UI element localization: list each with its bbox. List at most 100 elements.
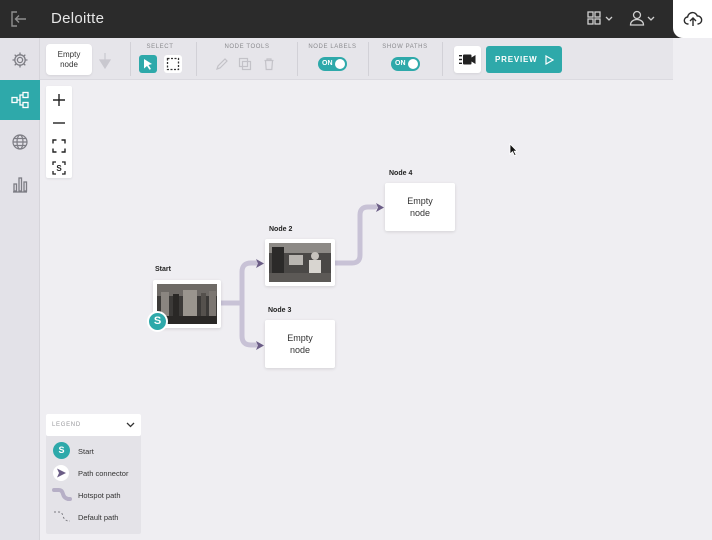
marquee-icon	[166, 57, 180, 71]
cloud-upload-icon	[683, 11, 703, 26]
preview-button[interactable]: PREVIEW	[486, 46, 562, 73]
plus-icon	[53, 94, 65, 106]
publish-cloud-button[interactable]	[673, 0, 712, 38]
user-icon	[629, 10, 655, 26]
node-4-text-line1: Empty	[407, 196, 433, 206]
node-labels-group-title: NODE LABELS	[308, 44, 357, 50]
preview-button-label: PREVIEW	[495, 55, 538, 64]
legend-item-label: Hotspot path	[78, 491, 121, 500]
path-connector-icon	[52, 464, 72, 482]
user-menu-button[interactable]	[628, 9, 658, 29]
apps-menu-button[interactable]	[586, 10, 616, 28]
pencil-icon	[216, 58, 228, 70]
node-2-thumbnail	[269, 243, 331, 282]
rail-item-flow-map[interactable]	[0, 80, 40, 120]
focus-start-icon: S	[52, 161, 66, 175]
node-3-text-line2: node	[289, 345, 311, 355]
analytics-icon	[13, 177, 28, 193]
node-4[interactable]: Empty node	[385, 183, 455, 231]
legend-item-label: Default path	[78, 513, 119, 522]
node-2[interactable]	[265, 239, 335, 286]
node-labels-toggle[interactable]: ON	[318, 57, 347, 71]
rail-item-analytics[interactable]	[0, 164, 40, 204]
toolbar-divider	[130, 42, 131, 76]
hotspot-path-start-to-node3[interactable]	[239, 300, 260, 348]
show-paths-toggle[interactable]: ON	[391, 57, 420, 71]
video-thumbnail-image	[269, 243, 331, 282]
toolbar-divider	[368, 42, 369, 76]
focus-start-button[interactable]: S	[46, 156, 72, 178]
toggle-knob	[408, 59, 418, 69]
fit-screen-icon	[52, 139, 66, 153]
node-labels-toggle-state: ON	[322, 60, 333, 67]
legend-header[interactable]: LEGEND	[46, 414, 141, 436]
node-label-start: Start	[155, 266, 171, 273]
select-group-title: SELECT	[146, 44, 174, 50]
node-label-node2: Node 2	[269, 226, 293, 233]
legend-item-label: Start	[78, 447, 94, 456]
node-4-text-line2: node	[409, 208, 431, 218]
svg-text:S: S	[56, 164, 62, 173]
minus-icon	[53, 122, 65, 124]
rail-item-settings[interactable]	[0, 40, 40, 80]
legend-item-start: S Start	[52, 442, 140, 460]
empty-node-tile-line2: node	[60, 60, 78, 69]
legend-panel: LEGEND S Start Path connector Hotspot pa…	[46, 414, 141, 534]
left-rail	[0, 38, 40, 540]
zoom-in-button[interactable]	[46, 88, 72, 110]
legend-title: LEGEND	[52, 422, 81, 428]
start-badge: S	[147, 311, 168, 332]
default-path-icon	[52, 508, 72, 526]
node-3-text-line1: Empty	[287, 333, 313, 343]
show-paths-group-title: SHOW PATHS	[382, 44, 428, 50]
delete-node-tool[interactable]	[260, 55, 278, 73]
legend-item-hotspot-path: Hotspot path	[52, 486, 140, 504]
globe-icon	[12, 134, 28, 150]
hotspot-path-icon	[52, 486, 72, 504]
trash-icon	[264, 58, 274, 71]
zoom-out-button[interactable]	[46, 111, 72, 133]
mouse-cursor-icon	[509, 143, 518, 157]
path-connector-arrow[interactable]	[255, 340, 265, 351]
node-label-node3: Node 3	[268, 307, 292, 314]
pointer-icon	[144, 59, 152, 70]
legend-item-label: Path connector	[78, 469, 129, 478]
editor-toolbar: Empty node SELECT NODE TOOLS NODE LABELS…	[40, 38, 673, 80]
node-tools-group-title: NODE TOOLS	[224, 44, 270, 50]
fit-to-screen-button[interactable]	[46, 134, 72, 156]
start-symbol-icon: S	[53, 442, 70, 459]
video-settings-button[interactable]	[454, 46, 481, 73]
toolbar-divider	[196, 42, 197, 76]
camera-icon	[459, 54, 476, 65]
pointer-select-tool[interactable]	[139, 55, 157, 73]
node-label-node4: Node 4	[389, 170, 413, 177]
gear-icon	[12, 52, 28, 68]
toolbar-divider	[297, 42, 298, 76]
toggle-knob	[335, 59, 345, 69]
empty-node-tile[interactable]: Empty node	[46, 44, 92, 75]
marquee-select-tool[interactable]	[164, 55, 182, 73]
toolbar-divider	[442, 42, 443, 76]
drag-arrow-icon	[97, 52, 113, 75]
path-connector-arrow[interactable]	[255, 258, 265, 269]
rail-item-globe[interactable]	[0, 122, 40, 162]
grid-icon	[587, 11, 613, 25]
flow-map-icon	[11, 91, 29, 109]
hotspot-path-node2-to-node4[interactable]	[331, 204, 378, 266]
edit-node-tool[interactable]	[213, 55, 231, 73]
chevron-down-icon	[126, 422, 135, 428]
show-paths-toggle-state: ON	[395, 60, 406, 67]
duplicate-node-tool[interactable]	[236, 55, 254, 73]
hotspot-path-start-to-node2[interactable]	[239, 260, 260, 306]
copy-icon	[238, 57, 252, 71]
node-3[interactable]: Empty node	[265, 320, 335, 368]
legend-item-default-path: Default path	[52, 508, 140, 526]
top-bar: Deloitte	[0, 0, 712, 38]
path-connector-arrow[interactable]	[375, 202, 385, 213]
exit-icon[interactable]	[9, 9, 29, 29]
legend-item-path-connector: Path connector	[52, 464, 140, 482]
brand-title: Deloitte	[51, 10, 105, 27]
zoom-controls: S	[46, 86, 72, 178]
play-icon	[545, 55, 554, 65]
empty-node-tile-line1: Empty	[57, 50, 81, 59]
